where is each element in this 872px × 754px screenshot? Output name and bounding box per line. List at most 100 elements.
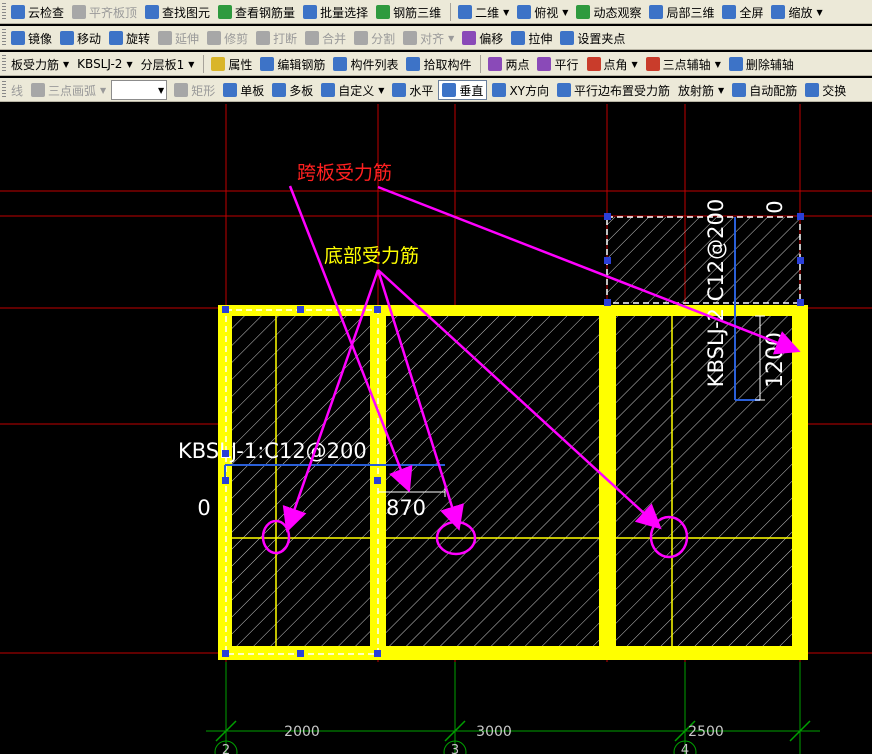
grip-point[interactable] [604, 299, 611, 306]
rebar-3d-button[interactable]: 钢筋三维 [373, 2, 444, 22]
rebar-quantity-button[interactable]: 查看钢筋量 [215, 2, 298, 22]
break-button[interactable]: 打断 [253, 28, 300, 48]
button-label: 偏移 [479, 31, 504, 46]
drawing-canvas[interactable]: 2000 3000 2500 2 3 4 1200 KBSLJ-2 C12@20… [0, 104, 872, 754]
vertical-button[interactable]: 垂直 [438, 80, 488, 100]
button-label: 平行 [554, 57, 579, 72]
type-dropdown[interactable]: 板受力筋 ▼ [8, 54, 72, 74]
name-dropdown-value: KBSLJ-2 [77, 57, 123, 71]
move-button[interactable]: 移动 [57, 28, 104, 48]
delete-axis-icon [728, 57, 743, 71]
axis-dim-label: 2500 [688, 724, 724, 740]
custom-button[interactable]: 自定义 ▼ [318, 80, 387, 100]
align-icon [403, 31, 418, 45]
merge-button[interactable]: 合并 [302, 28, 349, 48]
multi-slab-button[interactable]: 多板 [269, 80, 316, 100]
properties-button[interactable]: 属性 [208, 54, 255, 74]
grip-point[interactable] [222, 477, 229, 484]
chevron-down-icon: ▼ [126, 59, 133, 69]
component-list-button[interactable]: 构件列表 [330, 54, 401, 74]
grip-point[interactable] [797, 213, 804, 220]
grip-point-button[interactable]: 设置夹点 [557, 28, 628, 48]
xy-direction-button[interactable]: XY方向 [489, 80, 552, 100]
grip-point[interactable] [797, 299, 804, 306]
toolbar-row-2-items: 镜像 移动 旋转 延伸 修剪 打断 合并 分割 对齐 ▼ 偏移 拉伸 设置夹点 [2, 26, 630, 49]
grip-point[interactable] [374, 650, 381, 657]
button-label: 水平 [409, 83, 434, 98]
swap-icon [805, 83, 820, 97]
multi-slab-icon [272, 83, 287, 97]
axis-dim-label: 2000 [284, 724, 320, 740]
stretch-button[interactable]: 拉伸 [508, 28, 555, 48]
top-view-button[interactable]: 俯视 ▼ [514, 2, 571, 22]
grip-point[interactable] [604, 213, 611, 220]
swap-button[interactable]: 交换 [802, 80, 849, 100]
batch-select-button[interactable]: 批量选择 [300, 2, 371, 22]
button-label: 拉伸 [528, 31, 553, 46]
dim-0-left: 0 [197, 496, 210, 520]
grip-point[interactable] [374, 306, 381, 313]
button-label: 单板 [240, 83, 265, 98]
fullscreen-button[interactable]: 全屏 [719, 2, 766, 22]
grip-point[interactable] [797, 257, 804, 264]
grip-point[interactable] [222, 650, 229, 657]
toolbar-grip[interactable] [2, 29, 6, 47]
button-label: 二维 [475, 5, 500, 20]
single-slab-button[interactable]: 单板 [220, 80, 267, 100]
delete-axis-button[interactable]: 删除辅轴 [726, 54, 797, 74]
2d-icon [458, 5, 473, 19]
align-button[interactable]: 对齐 ▼ [400, 28, 457, 48]
grip-point[interactable] [604, 257, 611, 264]
button-label: XY方向 [509, 83, 549, 98]
trim-button[interactable]: 修剪 [204, 28, 251, 48]
button-label: 局部三维 [666, 5, 715, 20]
stretch-icon [511, 31, 526, 45]
flush-top-button[interactable]: 平齐板顶 [69, 2, 140, 22]
point-angle-button[interactable]: 点角 ▼ [584, 54, 641, 74]
grip-point[interactable] [297, 306, 304, 313]
rebar-3d-icon [376, 5, 391, 19]
horizontal-button[interactable]: 水平 [389, 80, 436, 100]
button-label: 删除辅轴 [745, 57, 794, 72]
grip-point[interactable] [222, 450, 229, 457]
arc-button[interactable]: 三点画弧 ▼ [28, 80, 109, 100]
toolbar-grip[interactable] [2, 81, 6, 99]
radial-rebar-button[interactable]: 放射筋 ▼ [675, 80, 727, 100]
orbit-button[interactable]: 动态观察 [573, 2, 644, 22]
2d-button[interactable]: 二维 ▼ [455, 2, 512, 22]
three-point-axis-icon [645, 57, 660, 71]
button-label: 拾取构件 [423, 57, 472, 72]
mirror-button[interactable]: 镜像 [8, 28, 55, 48]
grip-point[interactable] [374, 477, 381, 484]
extend-button[interactable]: 延伸 [155, 28, 202, 48]
rebar-quantity-icon [218, 5, 233, 19]
grip-point[interactable] [222, 306, 229, 313]
two-point-button[interactable]: 两点 [485, 54, 532, 74]
button-button[interactable]: 线 [8, 80, 26, 100]
find-button[interactable]: 查找图元 [142, 2, 213, 22]
parallel-button[interactable]: 平行 [534, 54, 581, 74]
offset-button[interactable]: 偏移 [459, 28, 506, 48]
rectangle-button[interactable]: 矩形 [171, 80, 218, 100]
rotate-button[interactable]: 旋转 [106, 28, 153, 48]
parallel-edge-button[interactable]: 平行边布置受力筋 [554, 80, 673, 100]
layer-dropdown[interactable]: 分层板1 ▼ [138, 54, 198, 74]
break-icon [256, 31, 271, 45]
local-3d-button[interactable]: 局部三维 [646, 2, 717, 22]
grip-point[interactable] [297, 650, 304, 657]
pick-component-button[interactable]: 拾取构件 [403, 54, 474, 74]
auto-rebar-button[interactable]: 自动配筋 [729, 80, 800, 100]
toolbar-grip[interactable] [2, 55, 6, 73]
custom-icon [321, 83, 336, 97]
split-button[interactable]: 分割 [351, 28, 398, 48]
slab-2-hatch [386, 316, 599, 646]
line-type-combo[interactable]: ▼ [111, 80, 168, 100]
zoom-button[interactable]: 缩放 ▼ [768, 2, 825, 22]
name-dropdown[interactable]: KBSLJ-2 ▼ [74, 54, 135, 74]
three-point-axis-button[interactable]: 三点辅轴 ▼ [643, 54, 724, 74]
toolbar-grip[interactable] [2, 3, 6, 21]
edit-rebar-button[interactable]: 编辑钢筋 [257, 54, 328, 74]
button-label: 交换 [822, 83, 847, 98]
chevron-down-icon: ▼ [816, 7, 823, 17]
cloud-check-button[interactable]: 云检查 [8, 2, 67, 22]
